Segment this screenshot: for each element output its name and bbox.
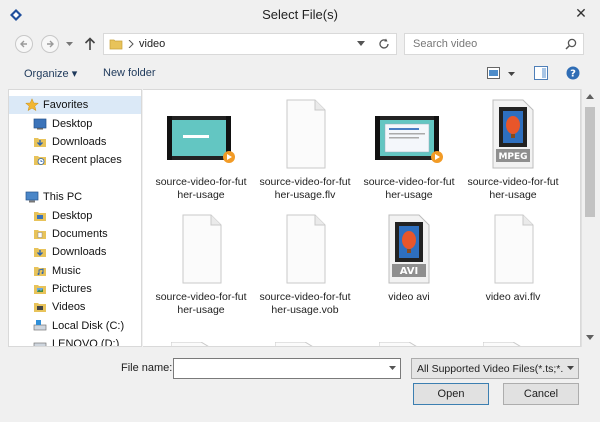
file-name: source-video-for-futher-usage	[155, 176, 247, 201]
folder-videos-icon	[34, 303, 46, 312]
file-name: source-video-for-futher-usage	[155, 291, 247, 316]
breadcrumb-video[interactable]: video	[139, 38, 165, 50]
file-name: source-video-for-futher-usage	[467, 176, 559, 201]
sidebar-favorites-label: Favorites	[43, 99, 89, 111]
sidebar-item-label: Local Disk (C:)	[52, 320, 125, 332]
preview-pane-icon[interactable]	[534, 66, 548, 80]
mpeg-file-icon: MPEG	[492, 99, 534, 169]
svg-text:MPEG: MPEG	[498, 152, 527, 162]
file-list: source-video-for-futher-usage source-vid…	[143, 89, 581, 347]
file-name-dropdown-icon[interactable]	[389, 366, 396, 371]
file-name: video avi.flv	[485, 291, 541, 303]
breadcrumb-chevron-icon	[128, 40, 134, 48]
vertical-scrollbar[interactable]	[581, 89, 598, 347]
disk-drive-icon	[33, 320, 47, 331]
disk-drive-icon	[33, 342, 47, 346]
file-type-filter-value: All Supported Video Files(*.ts;*.	[417, 363, 564, 375]
new-folder-button[interactable]: New folder	[103, 67, 156, 79]
folder-pictures-icon	[34, 285, 46, 294]
file-type-filter[interactable]: All Supported Video Files(*.ts;*.	[411, 358, 579, 379]
blank-file-icon	[286, 214, 326, 284]
file-name-label: File name:	[121, 362, 173, 374]
sidebar-item-label: Pictures	[52, 283, 92, 295]
address-dropdown-icon[interactable]	[357, 41, 365, 47]
file-name: video avi	[388, 291, 430, 303]
navigation-bar: video Search video	[0, 30, 600, 58]
organize-menu[interactable]: Organize ▾	[24, 67, 77, 80]
recent-locations-chevron-icon[interactable]	[66, 42, 73, 47]
sidebar-item-label: Downloads	[52, 136, 107, 148]
window-title: Select File(s)	[262, 7, 338, 22]
sidebar-item-label: Videos	[52, 301, 86, 313]
avi-file-icon: AVI	[388, 214, 430, 284]
recent-places-icon	[34, 156, 46, 165]
sidebar-item-label: Music	[52, 265, 81, 277]
downloads-icon	[34, 138, 46, 147]
close-button[interactable]: ✕	[570, 3, 592, 23]
svg-text:?: ?	[570, 69, 576, 80]
refresh-icon[interactable]	[378, 38, 390, 50]
sidebar-item-label: Desktop	[52, 210, 93, 222]
up-arrow-icon[interactable]	[84, 37, 96, 51]
forward-arrow-icon	[47, 40, 54, 48]
blank-file-icon	[182, 214, 222, 284]
cancel-button[interactable]: Cancel	[503, 383, 579, 405]
file-item[interactable]: source-video-for-futher-usage.vob	[253, 214, 357, 317]
address-bar[interactable]: video	[103, 33, 397, 55]
back-arrow-icon	[20, 40, 27, 48]
command-toolbar: Organize ▾ New folder ?	[0, 58, 600, 88]
title-bar: Select File(s) ✕	[0, 0, 600, 30]
sidebar-item-label: Documents	[52, 228, 108, 240]
scroll-up-icon[interactable]	[586, 94, 594, 99]
video-thumbnail-icon	[375, 116, 443, 163]
search-box[interactable]: Search video	[404, 33, 584, 55]
star-icon	[25, 98, 39, 112]
svg-text:AVI: AVI	[400, 266, 419, 277]
help-icon[interactable]: ?	[566, 66, 580, 80]
view-options-icon[interactable]	[487, 67, 503, 80]
sidebar-this-pc-label: This PC	[43, 191, 83, 203]
search-input[interactable]: Search video	[413, 38, 477, 50]
file-item[interactable]: source-video-for-futher-usage	[357, 99, 461, 202]
video-thumbnail-icon	[167, 116, 235, 163]
file-item[interactable]: AVI video avi	[357, 214, 461, 304]
file-item[interactable]: source-video-for-futher-usage	[149, 99, 253, 202]
folder-music-icon	[34, 267, 46, 276]
file-item[interactable]: video avi.flv	[461, 214, 565, 304]
open-button[interactable]: Open	[413, 383, 489, 405]
search-icon[interactable]	[565, 38, 577, 50]
sidebar-item-favorites[interactable]: Favorites	[9, 96, 141, 114]
scroll-thumb[interactable]	[585, 107, 595, 217]
file-item[interactable]: source-video-for-futher-usage.flv	[253, 99, 357, 202]
folder-documents-icon	[34, 230, 46, 239]
file-name: source-video-for-futher-usage.flv	[259, 176, 351, 201]
folder-downloads-icon	[34, 248, 46, 257]
file-selection-bar: File name: All Supported Video Files(*.t…	[0, 347, 600, 422]
sidebar-item-label: Recent places	[52, 154, 122, 166]
file-item[interactable]: source-video-for-futher-usage	[149, 214, 253, 317]
blank-file-icon	[494, 214, 534, 284]
file-item[interactable]: MPEG source-video-for-futher-usage	[461, 99, 565, 202]
desktop-icon	[33, 118, 47, 130]
view-dropdown-icon[interactable]	[508, 72, 515, 77]
filter-dropdown-icon[interactable]	[567, 366, 574, 371]
folder-icon	[109, 39, 123, 50]
sidebar-item-label: LENOVO (D:)	[52, 338, 120, 347]
file-name: source-video-for-futher-usage.vob	[259, 291, 351, 316]
forward-button[interactable]	[41, 35, 59, 53]
navigation-pane: Favorites Desktop Downloads Recent place…	[8, 89, 142, 347]
back-button[interactable]	[15, 35, 33, 53]
computer-icon	[25, 191, 39, 203]
sidebar-item-label: Downloads	[52, 246, 107, 258]
folder-desktop-icon	[34, 212, 46, 221]
blank-file-icon	[286, 99, 326, 169]
sidebar-item-label: Desktop	[52, 118, 93, 130]
file-name: source-video-for-futher-usage	[363, 176, 455, 201]
scroll-down-icon[interactable]	[586, 335, 594, 340]
file-name-input[interactable]	[173, 358, 401, 379]
